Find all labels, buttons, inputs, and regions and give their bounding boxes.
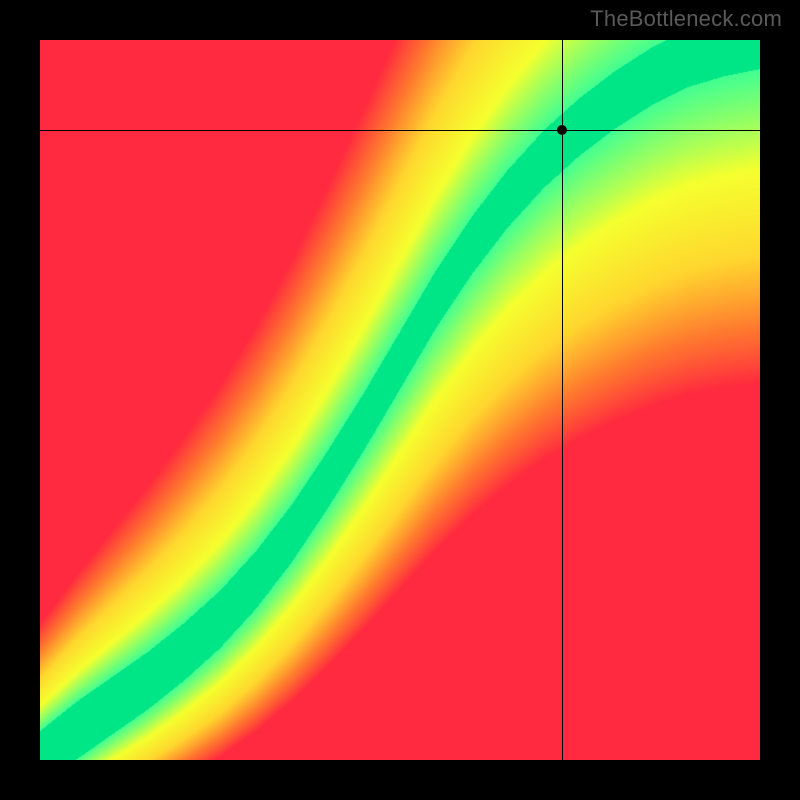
crosshair-horizontal — [40, 130, 760, 131]
watermark-label: TheBottleneck.com — [590, 6, 782, 32]
crosshair-vertical — [562, 40, 563, 760]
heatmap-plot — [40, 40, 760, 760]
heatmap-canvas — [40, 40, 760, 760]
data-point-marker — [557, 125, 567, 135]
